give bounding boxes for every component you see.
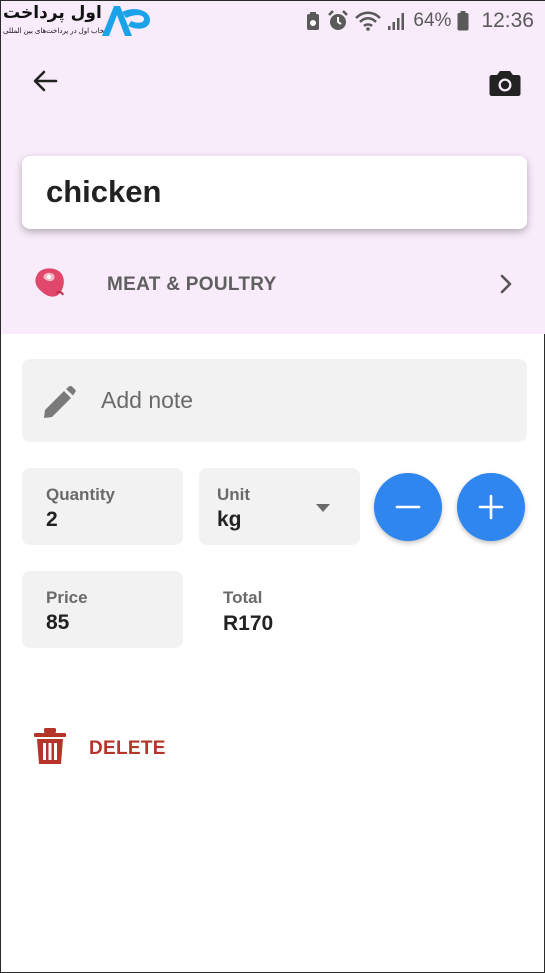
price-label: Price <box>46 588 88 607</box>
app-screen: اول پرداخت انتخاب اول در پرداخت‌های بین … <box>0 0 545 973</box>
chevron-right-icon <box>500 274 512 294</box>
arrow-left-icon <box>33 70 58 92</box>
delete-button[interactable]: DELETE <box>31 725 171 769</box>
plus-icon <box>478 494 504 520</box>
quantity-field[interactable]: Quantity 2 <box>22 468 183 545</box>
item-name-value: chicken <box>46 174 162 209</box>
battery-percent: 64% <box>413 10 452 31</box>
logo-tagline: انتخاب اول در پرداخت‌های بین المللی <box>3 28 111 35</box>
pencil-icon <box>44 386 76 418</box>
note-input[interactable]: Add note <box>22 359 527 442</box>
trash-icon <box>34 728 66 764</box>
note-placeholder: Add note <box>101 387 194 413</box>
status-bar: اول پرداخت انتخاب اول در پرداخت‌های بین … <box>1 1 545 41</box>
unit-dropdown[interactable]: Unit kg <box>199 468 360 545</box>
item-header: اول پرداخت انتخاب اول در پرداخت‌های بین … <box>1 1 545 334</box>
increase-quantity-button[interactable] <box>457 473 525 541</box>
quantity-label: Quantity <box>46 485 115 504</box>
logo-text: اول پرداخت <box>3 3 102 23</box>
minus-icon <box>395 505 421 509</box>
unit-value: kg <box>217 508 242 531</box>
dropdown-arrow-icon <box>316 504 330 512</box>
brand-logo: اول پرداخت انتخاب اول در پرداخت‌های بین … <box>3 1 153 41</box>
unit-label: Unit <box>217 485 251 504</box>
status-icons: 64% 12:36 <box>305 9 534 33</box>
camera-icon <box>489 71 521 96</box>
delete-label: DELETE <box>89 738 166 759</box>
total-label: Total <box>223 588 263 607</box>
quantity-value: 2 <box>46 508 58 531</box>
logo-mark-icon <box>102 6 150 36</box>
total-value: R170 <box>223 612 274 635</box>
total-display: Total R170 <box>223 588 273 636</box>
item-name-field[interactable]: chicken <box>22 156 527 229</box>
back-button[interactable] <box>27 63 63 99</box>
status-time: 12:36 <box>481 9 534 32</box>
category-selector[interactable]: MEAT & POULTRY <box>1 251 545 317</box>
decrease-quantity-button[interactable] <box>374 473 442 541</box>
alarm-icon <box>328 10 349 30</box>
wifi-icon <box>355 11 382 31</box>
price-field[interactable]: Price 85 <box>22 571 183 648</box>
camera-button[interactable] <box>485 63 525 103</box>
signal-icon <box>388 13 405 30</box>
recycle-icon <box>307 12 320 30</box>
category-label: MEAT & POULTRY <box>107 274 277 295</box>
price-value: 85 <box>46 611 70 634</box>
meat-icon <box>35 268 64 297</box>
battery-icon <box>457 11 469 31</box>
